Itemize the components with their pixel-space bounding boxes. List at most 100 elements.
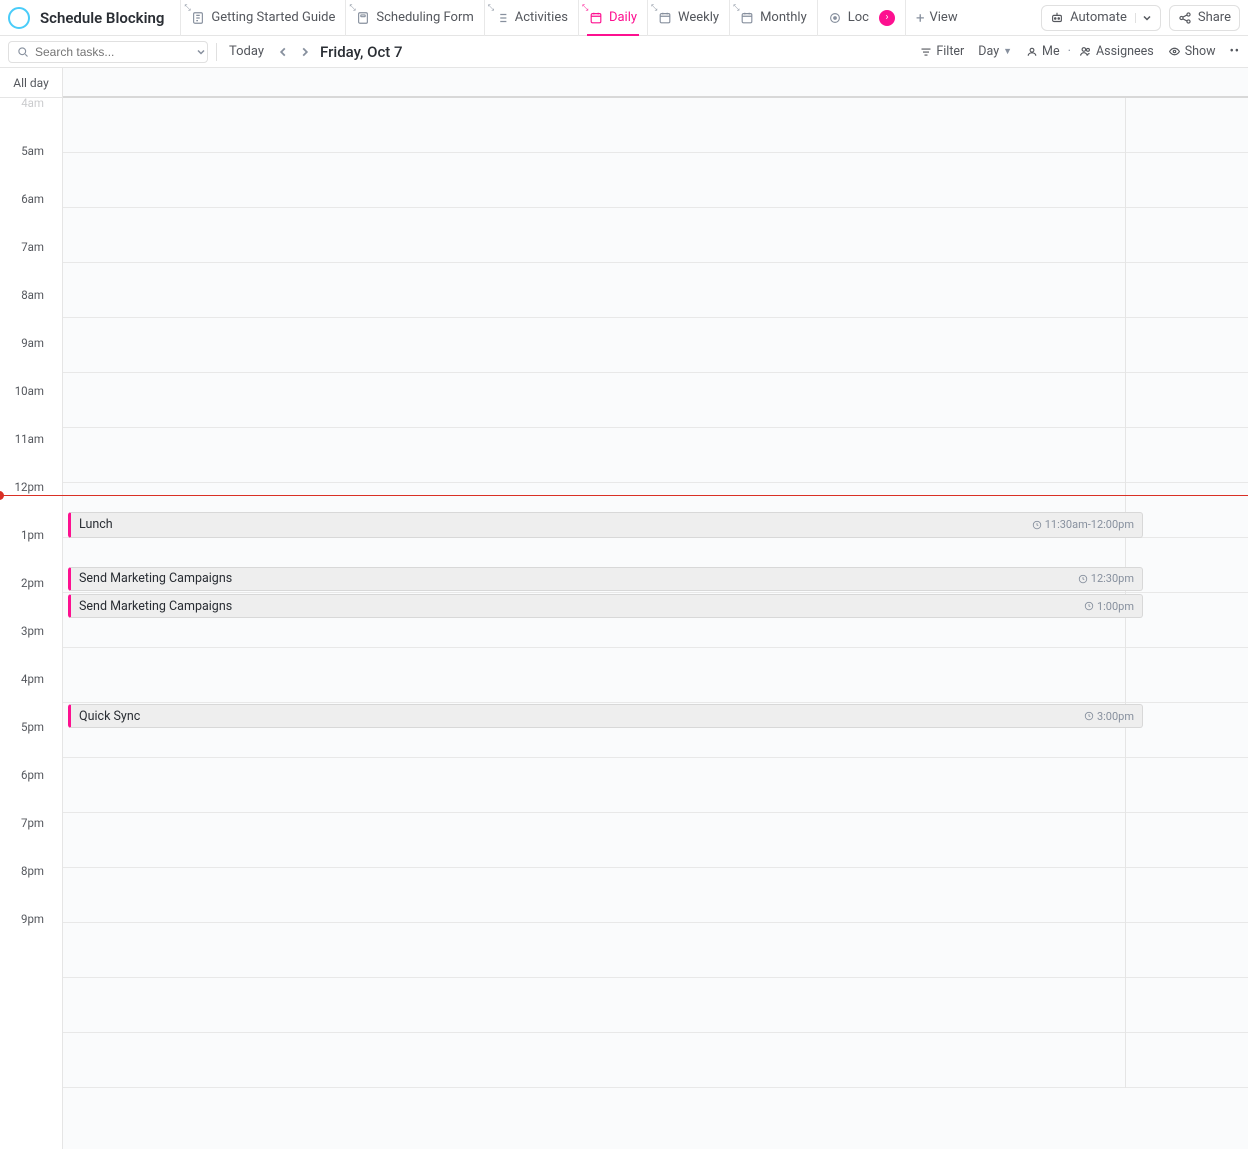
me-label: Me [1042,44,1060,59]
workspace-title: Schedule Blocking [40,9,164,27]
clock-icon [1084,711,1094,721]
share-button[interactable]: Share [1169,5,1240,31]
list-icon [495,11,509,25]
hour-row[interactable] [63,98,1248,153]
hour-row[interactable] [63,318,1248,373]
event-title: Quick Sync [79,709,1084,724]
calendar-event[interactable]: Send Marketing Campaigns1:00pm [68,594,1143,618]
show-button[interactable]: Show [1168,44,1216,59]
form-icon [356,11,370,25]
allday-lane[interactable] [63,68,1248,98]
filter-button[interactable]: Filter [920,44,964,59]
current-date: Friday, Oct 7 [320,43,403,61]
event-time: 3:00pm [1084,710,1134,723]
hour-row[interactable] [63,923,1248,978]
hour-row[interactable] [63,373,1248,428]
hour-row[interactable] [63,1033,1248,1088]
day-label: Day [978,44,999,59]
next-day-button[interactable] [298,45,312,59]
hour-label: 12pm [0,480,62,535]
hour-label: 9am [0,336,62,391]
tab-getting-started[interactable]: ⤡ Getting Started Guide [180,0,345,36]
filter-label: Filter [936,44,964,59]
expand-corner-icon: ⤡ [582,3,588,13]
location-icon [828,11,842,25]
calendar-body: All day 4am5am6am7am8am9am10am11am12pm1p… [0,68,1248,1149]
share-label: Share [1198,10,1231,25]
prev-day-button[interactable] [276,45,290,59]
automate-button[interactable]: Automate [1041,5,1161,31]
filter-icon [920,46,932,58]
dot-separator: · [1068,44,1071,59]
hour-label: 1pm [0,528,62,583]
tab-label: Weekly [678,10,719,25]
tab-weekly[interactable]: ⤡ Weekly [647,0,729,36]
hour-row[interactable] [63,978,1248,1033]
search-icon [17,46,29,58]
now-indicator [0,495,1248,496]
date-nav: Today Friday, Oct 7 [225,42,403,61]
tab-label: Daily [609,10,637,25]
me-button[interactable]: Me [1026,44,1060,59]
hour-row[interactable] [63,648,1248,703]
event-title: Lunch [79,517,1032,532]
tab-activities[interactable]: ⤡ Activities [484,0,578,36]
hour-label: 4pm [0,672,62,727]
chevron-down-icon[interactable] [1135,13,1152,23]
hour-label: 10am [0,384,62,439]
hour-row[interactable] [63,208,1248,263]
user-icon [1026,46,1038,58]
hour-row[interactable] [63,428,1248,483]
add-view-label: View [929,10,957,25]
plus-icon: + [916,9,925,27]
hour-label: 5am [0,144,62,199]
workspace-logo-icon [8,7,30,29]
scroll-right-icon[interactable]: › [879,10,895,26]
tab-monthly[interactable]: ⤡ Monthly [729,0,817,36]
hour-label: 8am [0,288,62,343]
add-view-button[interactable]: + View [905,0,968,36]
expand-corner-icon: ⤡ [651,3,657,13]
header-row: Schedule Blocking ⤡ Getting Started Guid… [0,0,1248,36]
hour-row[interactable] [63,758,1248,813]
hour-label: 3pm [0,624,62,679]
show-label: Show [1185,44,1216,59]
tab-label: Getting Started Guide [211,10,335,25]
event-time: 1:00pm [1084,600,1134,613]
allday-label: All day [0,68,62,98]
day-dropdown[interactable]: Day ▼ [978,44,1012,59]
clock-icon [1032,520,1042,530]
clock-icon [1084,601,1094,611]
more-button[interactable]: •• [1230,44,1240,59]
calendar-event[interactable]: Lunch11:30am-12:00pm [68,512,1143,538]
hour-row[interactable] [63,868,1248,923]
calendar-icon [658,11,672,25]
hour-label: 11am [0,432,62,487]
today-button[interactable]: Today [225,42,268,61]
tab-scheduling-form[interactable]: ⤡ Scheduling Form [345,0,483,36]
event-time: 12:30pm [1078,572,1134,585]
chevron-down-icon[interactable] [196,47,206,57]
calendar-event[interactable]: Quick Sync3:00pm [68,704,1143,728]
tab-label: Loc [848,10,869,25]
calendar-grid[interactable]: Lunch11:30am-12:00pm Send Marketing Campa… [63,68,1248,1149]
clock-icon [1078,574,1088,584]
automate-label: Automate [1070,10,1127,25]
tab-label: Monthly [760,10,807,25]
event-title: Send Marketing Campaigns [79,599,1084,614]
hour-label: 6pm [0,768,62,823]
tab-daily[interactable]: ⤡ Daily [578,0,647,36]
tab-location[interactable]: Loc › [817,0,905,36]
calendar-event[interactable]: Send Marketing Campaigns12:30pm [68,567,1143,591]
hour-row[interactable] [63,263,1248,318]
expand-corner-icon: ⤡ [488,3,494,13]
expand-corner-icon: ⤡ [349,3,355,13]
assignees-label: Assignees [1096,44,1154,59]
caret-down-icon: ▼ [1003,46,1012,57]
hour-label: 9pm [0,912,62,967]
search-box[interactable] [8,41,208,63]
assignees-button[interactable]: Assignees [1079,44,1154,59]
hour-row[interactable] [63,813,1248,868]
hour-row[interactable] [63,153,1248,208]
search-input[interactable] [35,45,190,59]
